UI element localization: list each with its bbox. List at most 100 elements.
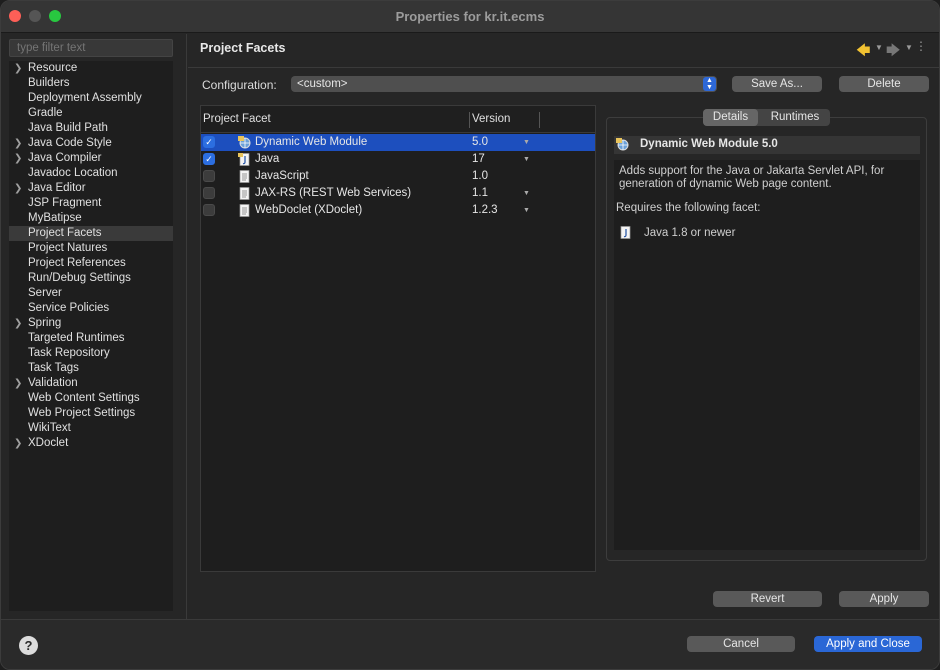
sidebar-item-label: Task Repository: [28, 347, 110, 359]
sidebar-item-label: WikiText: [28, 422, 71, 434]
configuration-value: <custom>: [297, 78, 348, 90]
facet-version[interactable]: 1.0: [472, 168, 488, 185]
sidebar-item-spring[interactable]: ❯ Spring: [9, 316, 173, 331]
sidebar-item-label: Spring: [28, 317, 62, 329]
details-tab-bar: Details Runtimes: [703, 109, 830, 126]
sidebar-item-label: Run/Debug Settings: [28, 272, 131, 284]
java-icon: [238, 153, 251, 166]
expand-chevron-icon[interactable]: ❯: [14, 181, 22, 196]
sidebar-item-web-content-settings[interactable]: Web Content Settings: [9, 391, 173, 406]
sidebar-item-wikitext[interactable]: WikiText: [9, 421, 173, 436]
document-icon: [238, 170, 251, 183]
main-panel: Project Facets 🡄 ▼ 🡆 ▼ ⋮ Configuration: …: [188, 34, 939, 619]
expand-chevron-icon[interactable]: ❯: [14, 316, 22, 331]
sidebar-item-label: Project Natures: [28, 242, 108, 254]
expand-chevron-icon[interactable]: ❯: [14, 136, 22, 151]
facet-checkbox[interactable]: ✓: [203, 153, 215, 165]
facet-checkbox[interactable]: [203, 170, 215, 182]
facet-name: Java: [255, 153, 280, 165]
details-title: Dynamic Web Module 5.0: [640, 138, 778, 150]
version-dropdown-icon[interactable]: ▼: [523, 185, 530, 202]
cancel-button[interactable]: Cancel: [687, 636, 795, 652]
sidebar-item-run-debug-settings[interactable]: Run/Debug Settings: [9, 271, 173, 286]
facet-version[interactable]: 1.1: [472, 185, 488, 202]
sidebar-item-project-natures[interactable]: Project Natures: [9, 241, 173, 256]
column-header-version[interactable]: Version: [472, 113, 510, 125]
facet-checkbox[interactable]: [203, 204, 215, 216]
version-dropdown-icon[interactable]: ▼: [523, 151, 530, 168]
sidebar-item-jsp-fragment[interactable]: JSP Fragment: [9, 196, 173, 211]
sidebar-item-gradle[interactable]: Gradle: [9, 106, 173, 121]
sidebar-item-project-facets[interactable]: Project Facets: [9, 226, 173, 241]
sidebar-item-java-build-path[interactable]: Java Build Path: [9, 121, 173, 136]
view-menu-icon[interactable]: ⋮: [915, 39, 927, 53]
help-icon[interactable]: ?: [19, 636, 38, 655]
forward-history-dropdown-icon[interactable]: ▼: [905, 43, 913, 52]
sidebar-item-deployment-assembly[interactable]: Deployment Assembly: [9, 91, 173, 106]
expand-chevron-icon[interactable]: ❯: [14, 151, 22, 166]
back-arrow-icon[interactable]: 🡄: [856, 40, 870, 64]
sidebar-item-java-code-style[interactable]: ❯ Java Code Style: [9, 136, 173, 151]
document-icon: [238, 187, 251, 200]
delete-button[interactable]: Delete: [839, 76, 929, 92]
tab-runtimes[interactable]: Runtimes: [760, 109, 830, 126]
save-as-button[interactable]: Save As...: [732, 76, 822, 92]
sidebar-item-label: JSP Fragment: [28, 197, 102, 209]
sidebar-item-xdoclet[interactable]: ❯ XDoclet: [9, 436, 173, 451]
java-icon: [620, 226, 631, 239]
sidebar-item-project-references[interactable]: Project References: [9, 256, 173, 271]
facet-version[interactable]: 1.2.3: [472, 202, 498, 219]
back-history-dropdown-icon[interactable]: ▼: [875, 43, 883, 52]
facet-checkbox[interactable]: ✓: [203, 136, 215, 148]
apply-button[interactable]: Apply: [839, 591, 929, 607]
sidebar-item-label: XDoclet: [28, 437, 69, 449]
facet-row[interactable]: JavaScript 1.0: [201, 168, 595, 185]
web-module-icon: [238, 136, 251, 149]
column-divider[interactable]: [539, 112, 540, 128]
facet-name: Dynamic Web Module: [255, 136, 368, 148]
facet-row[interactable]: JAX-RS (REST Web Services) 1.1 ▼: [201, 185, 595, 202]
sidebar-item-targeted-runtimes[interactable]: Targeted Runtimes: [9, 331, 173, 346]
select-stepper-icon: ▲ ▼: [703, 77, 716, 91]
facet-name: WebDoclet (XDoclet): [255, 204, 363, 216]
column-header-facet[interactable]: Project Facet: [203, 113, 271, 125]
sidebar-item-task-tags[interactable]: Task Tags: [9, 361, 173, 376]
sidebar-item-resource[interactable]: ❯ Resource: [9, 61, 173, 76]
sidebar-item-builders[interactable]: Builders: [9, 76, 173, 91]
facet-version[interactable]: 5.0: [472, 134, 488, 151]
sidebar-item-service-policies[interactable]: Service Policies: [9, 301, 173, 316]
expand-chevron-icon[interactable]: ❯: [14, 376, 22, 391]
sidebar-item-server[interactable]: Server: [9, 286, 173, 301]
sidebar: ❯ Resource Builders Deployment Assembly Grad…: [1, 34, 187, 619]
configuration-select[interactable]: <custom> ▲ ▼: [291, 76, 717, 92]
tab-details[interactable]: Details: [703, 109, 758, 126]
sidebar-item-validation[interactable]: ❯ Validation: [9, 376, 173, 391]
facet-version[interactable]: 17: [472, 151, 485, 168]
forward-arrow-icon[interactable]: 🡆: [886, 40, 900, 64]
revert-button[interactable]: Revert: [713, 591, 822, 607]
sidebar-item-label: Java Build Path: [28, 122, 108, 134]
apply-and-close-button[interactable]: Apply and Close: [814, 636, 922, 652]
facet-checkbox[interactable]: [203, 187, 215, 199]
sidebar-item-label: Javadoc Location: [28, 167, 118, 179]
sidebar-item-java-editor[interactable]: ❯ Java Editor: [9, 181, 173, 196]
facet-row[interactable]: WebDoclet (XDoclet) 1.2.3 ▼: [201, 202, 595, 219]
facet-row[interactable]: ✓ Dynamic Web Module 5.0 ▼: [201, 134, 595, 151]
version-dropdown-icon[interactable]: ▼: [523, 134, 530, 151]
sidebar-item-label: Web Project Settings: [28, 407, 136, 419]
header-divider: [188, 67, 939, 68]
sidebar-item-java-compiler[interactable]: ❯ Java Compiler: [9, 151, 173, 166]
sidebar-item-javadoc-location[interactable]: Javadoc Location: [9, 166, 173, 181]
required-facet-item: Java 1.8 or newer: [644, 227, 736, 239]
expand-chevron-icon[interactable]: ❯: [14, 61, 22, 76]
filter-input[interactable]: [9, 39, 173, 57]
column-divider[interactable]: [469, 112, 470, 128]
expand-chevron-icon[interactable]: ❯: [14, 436, 22, 451]
sidebar-item-label: Project Facets: [28, 227, 102, 239]
sidebar-item-task-repository[interactable]: Task Repository: [9, 346, 173, 361]
version-dropdown-icon[interactable]: ▼: [523, 202, 530, 219]
sidebar-item-web-project-settings[interactable]: Web Project Settings: [9, 406, 173, 421]
sidebar-item-mybatipse[interactable]: MyBatipse: [9, 211, 173, 226]
facet-row[interactable]: ✓ Java 17 ▼: [201, 151, 595, 168]
sidebar-item-label: Java Editor: [28, 182, 86, 194]
